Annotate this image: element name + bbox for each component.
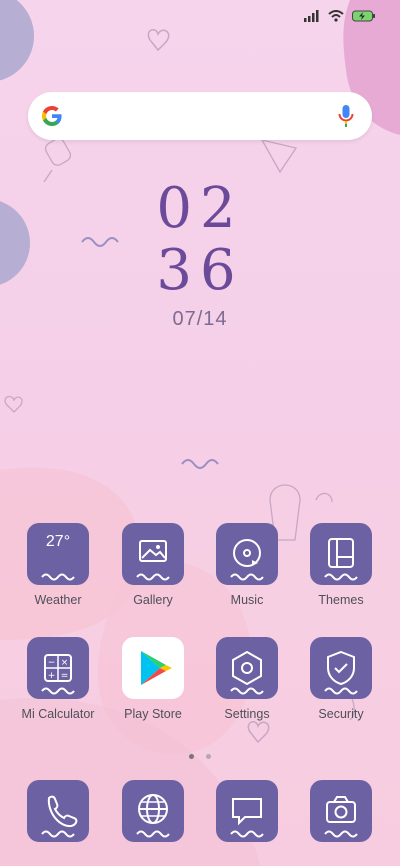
app-label: Weather: [34, 593, 82, 607]
google-g-icon: [42, 106, 62, 126]
weather-temp: 27°: [45, 533, 71, 550]
app-gallery[interactable]: Gallery: [113, 523, 193, 607]
signal-icon: [304, 10, 319, 22]
play-store-icon: [141, 651, 172, 685]
app-security[interactable]: Security: [301, 637, 381, 721]
wave-decoration: [41, 830, 75, 838]
clock-widget[interactable]: 02 36 07/14: [0, 178, 400, 331]
app-label: Security: [318, 707, 364, 721]
dock-messages[interactable]: [207, 780, 287, 842]
wave-decoration: [324, 830, 358, 838]
wave-decoration: [41, 687, 75, 695]
app-music[interactable]: Music: [207, 523, 287, 607]
svg-text:=: =: [61, 671, 69, 681]
app-settings[interactable]: Settings: [207, 637, 287, 721]
wave-decoration: [136, 573, 170, 581]
microphone-icon[interactable]: [336, 104, 356, 128]
app-label: Mi Calculator: [21, 707, 95, 721]
wave-decoration: [230, 573, 264, 581]
svg-text:−: −: [48, 658, 56, 668]
google-search-bar[interactable]: [28, 92, 372, 140]
app-themes[interactable]: Themes: [301, 523, 381, 607]
app-label: Themes: [318, 593, 364, 607]
page-dot[interactable]: [206, 754, 212, 759]
wave-decoration: [136, 830, 170, 838]
wave-decoration: [324, 687, 358, 695]
wave-decoration: [324, 573, 358, 581]
app-mi-calculator[interactable]: − × + = Mi Calculator: [18, 637, 98, 721]
svg-text:×: ×: [61, 658, 69, 668]
battery-charging-icon: [352, 10, 375, 22]
page-dot-active[interactable]: [188, 754, 194, 759]
wave-decoration: [230, 830, 264, 838]
status-bar: [0, 0, 400, 36]
dock-browser[interactable]: [113, 780, 193, 842]
svg-text:+: +: [48, 671, 56, 681]
wave-decoration: [230, 687, 264, 695]
dock-phone[interactable]: [18, 780, 98, 842]
clock-minute: 36: [156, 238, 244, 303]
clock-hour: 02: [156, 176, 244, 241]
page-indicator: [0, 746, 400, 764]
app-weather[interactable]: 27° Weather: [18, 523, 98, 607]
wave-decoration: [41, 573, 75, 581]
wifi-icon: [328, 10, 344, 22]
app-label: Play Store: [124, 707, 182, 721]
clock-date: 07/14: [172, 308, 228, 330]
app-play-store[interactable]: Play Store: [113, 637, 193, 721]
app-label: Settings: [224, 707, 270, 721]
app-label: Music: [230, 593, 264, 607]
app-label: Gallery: [133, 593, 173, 607]
dock-camera[interactable]: [301, 780, 381, 842]
